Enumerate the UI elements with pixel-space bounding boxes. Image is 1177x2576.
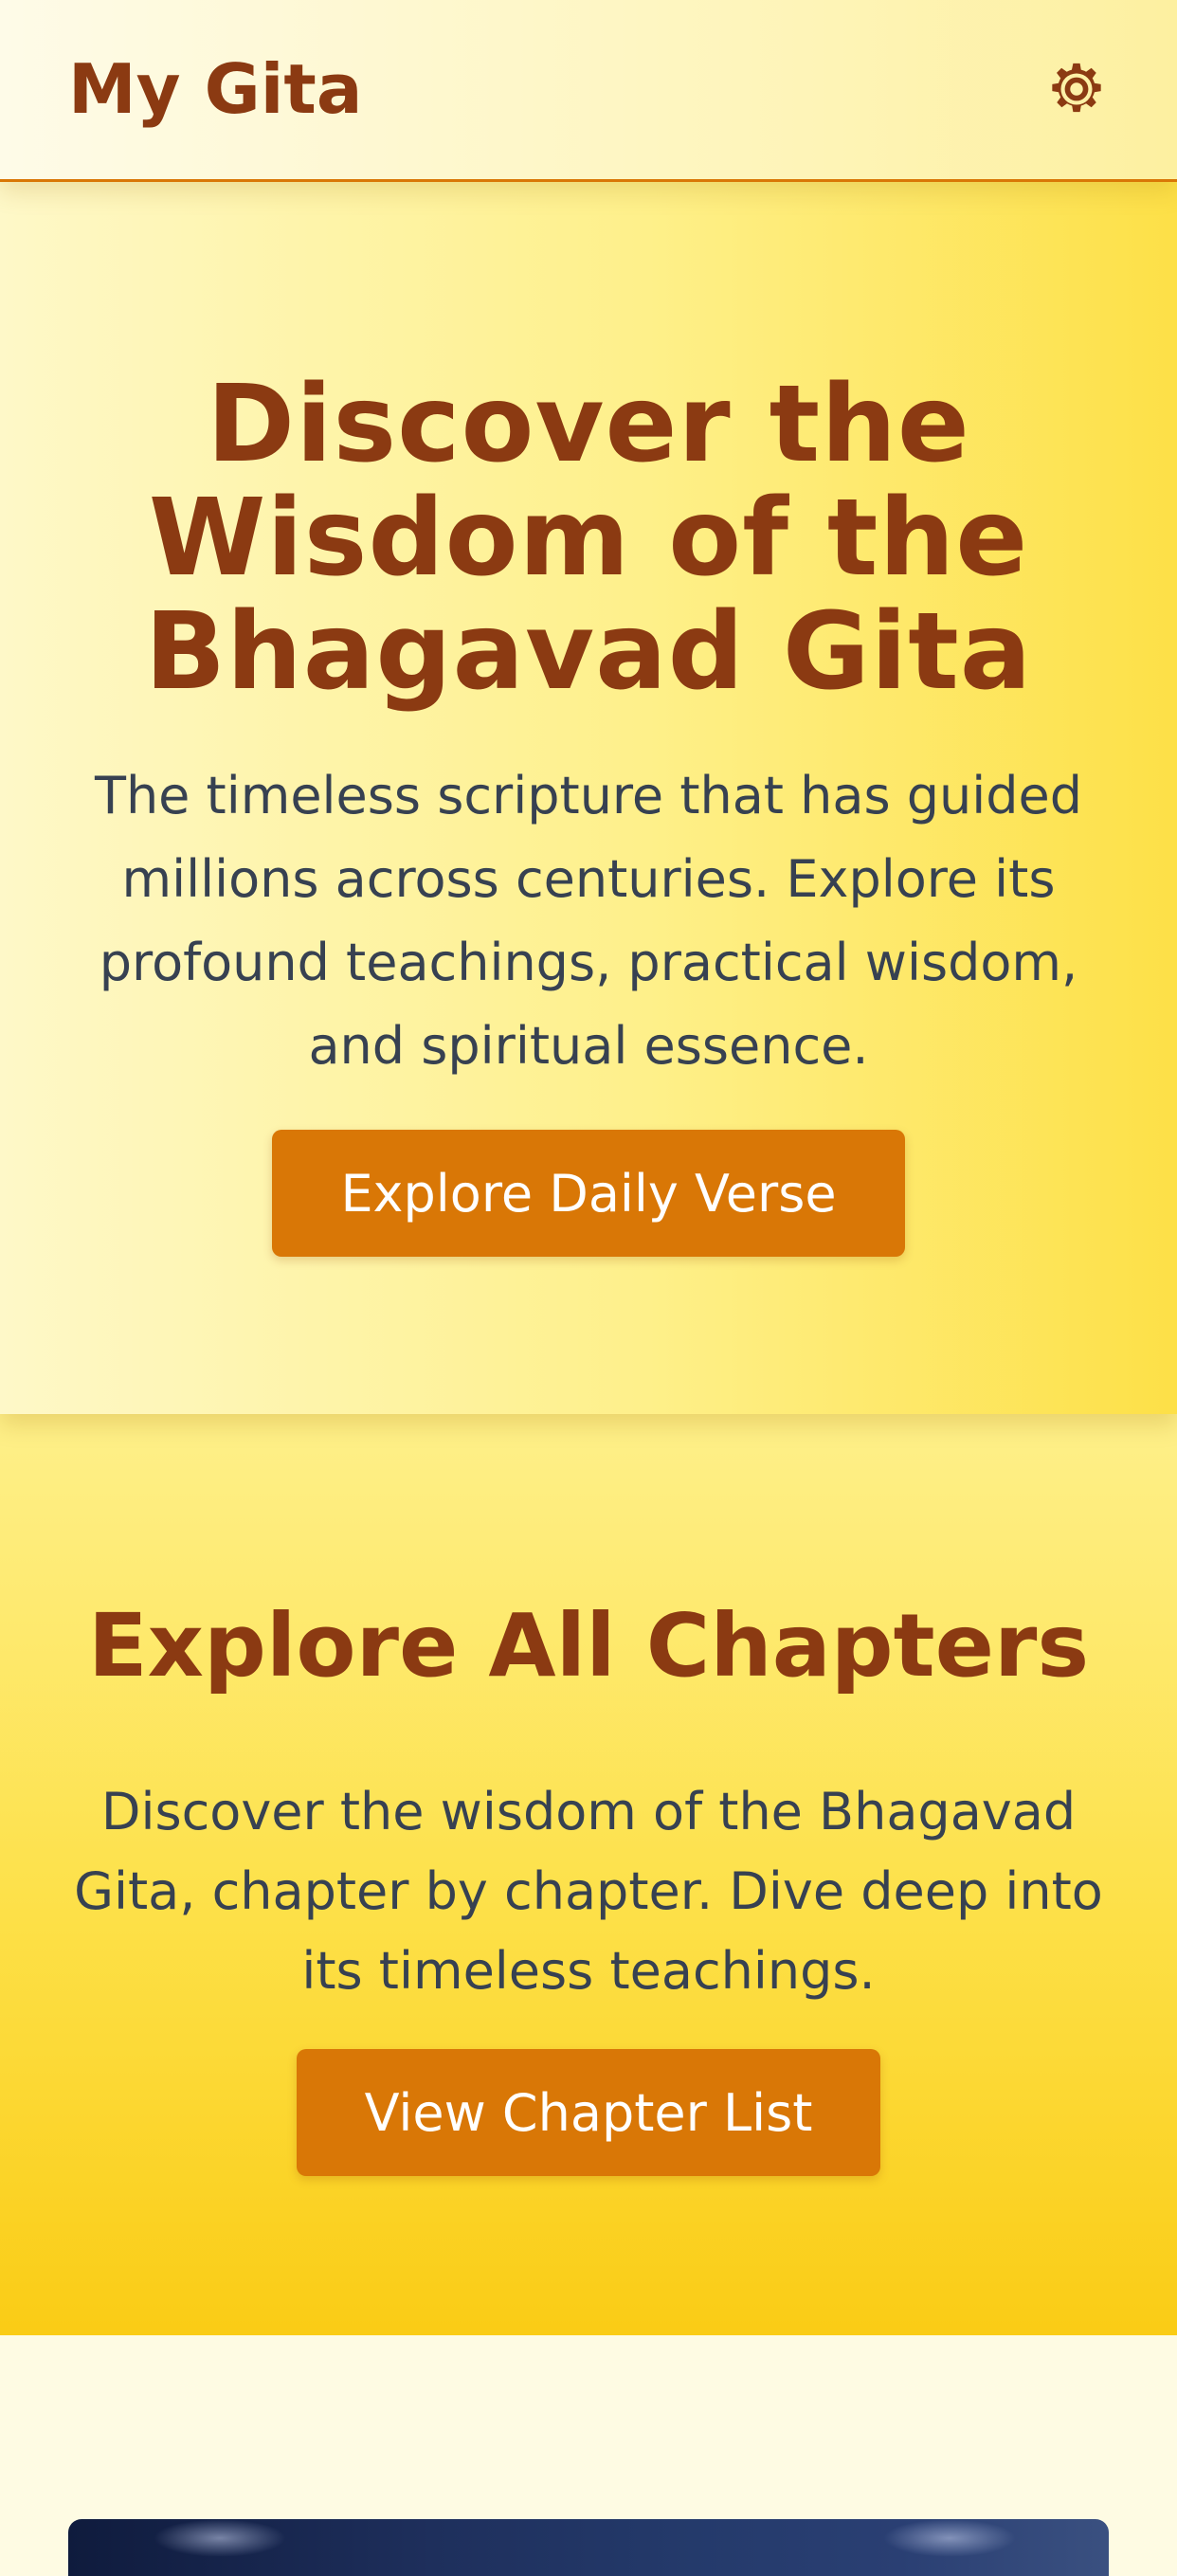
chapters-description: Discover the wisdom of the Bhagavad Gita… <box>74 1782 1103 2001</box>
chapters-section: Explore All Chapters Discover the wisdom… <box>0 1414 1177 2335</box>
explore-daily-verse-button[interactable]: Explore Daily Verse <box>272 1130 905 1257</box>
app-title[interactable]: My Gita <box>68 44 362 135</box>
settings-button[interactable] <box>1039 51 1114 127</box>
app-header: My Gita <box>0 0 1177 182</box>
hero-subtitle: The timeless scripture that has guided m… <box>94 766 1083 1076</box>
image-highlight <box>154 2519 286 2557</box>
featured-image[interactable] <box>68 2519 1109 2576</box>
chapters-title: Explore All Chapters <box>87 1595 1090 1696</box>
hero-title: Discover the Wisdom of the Bhagavad Gita <box>144 363 1033 714</box>
hero-section: Discover the Wisdom of the Bhagavad Gita… <box>0 182 1177 1414</box>
image-highlight <box>883 2519 1016 2557</box>
featured-section <box>0 2335 1177 2576</box>
gear-icon <box>1052 63 1101 113</box>
view-chapter-list-button[interactable]: View Chapter List <box>297 2049 880 2176</box>
